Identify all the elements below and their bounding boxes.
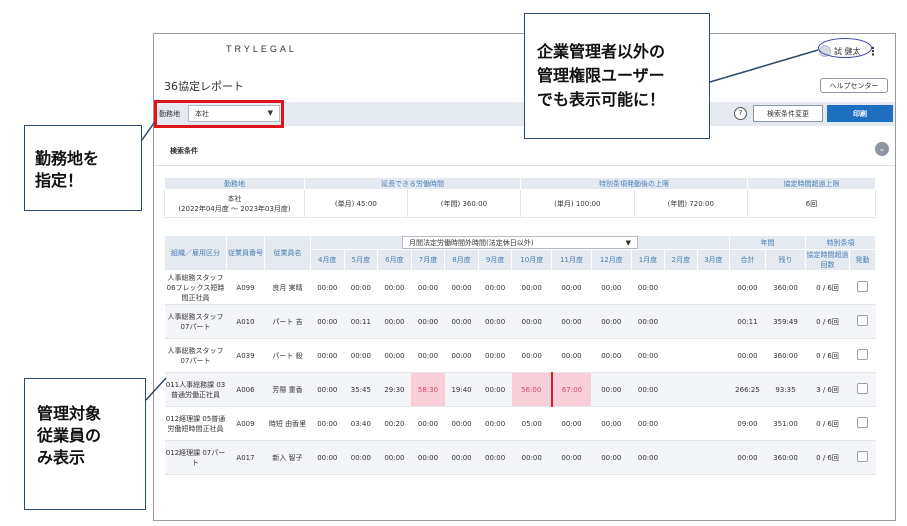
connector-line <box>141 122 155 141</box>
callout-workplace: 勤務地を 指定！ <box>24 125 142 211</box>
connector-line <box>145 377 167 401</box>
connector-line <box>709 49 819 83</box>
callout-permission: 企業管理者以外の 管理権限ユーザー でも表示可能に！ <box>524 13 710 139</box>
callout-managed-employees: 管理対象 従業員の み表示 <box>24 378 146 510</box>
